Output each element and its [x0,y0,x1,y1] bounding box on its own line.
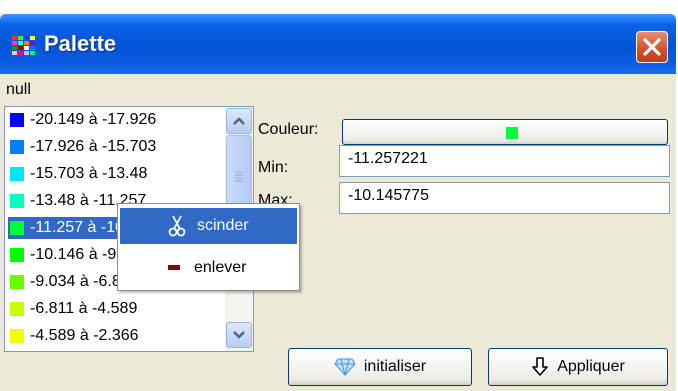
range-label: -17.926 à -15.703 [30,138,157,155]
title-bar[interactable]: Palette [0,14,676,74]
range-color-swatch [10,140,24,154]
null-label: null [6,81,31,98]
range-color-swatch [10,167,24,181]
color-label: Couleur: [258,121,319,138]
list-item[interactable]: -4.589 à -2.366 [8,325,220,347]
scissors-icon [165,215,189,237]
max-field[interactable]: -10.145775 [339,182,670,214]
range-label: -4.589 à -2.366 [30,327,139,344]
color-swatch [506,127,518,139]
min-label: Min: [258,159,289,176]
chevron-down-icon [233,331,245,339]
color-picker-button[interactable] [342,119,668,145]
list-item[interactable]: -6.811 à -4.589 [8,298,220,320]
window-title: Palette [44,31,117,56]
list-item[interactable]: -17.926 à -15.703 [8,136,220,158]
range-color-swatch [10,302,24,316]
range-color-swatch [10,221,24,235]
palette-grid-icon [12,36,36,56]
range-color-swatch [10,275,24,289]
minus-icon [162,258,186,278]
split-menu-item[interactable]: scinder [120,208,297,244]
palette-window: Palette null -20.149 à -17.926 -17.926 à … [0,14,676,391]
range-label: -6.811 à -4.589 [30,300,138,317]
list-item[interactable]: -20.149 à -17.926 [8,109,220,131]
scroll-down-button[interactable] [226,322,252,348]
range-color-swatch [10,248,24,262]
range-label: -20.149 à -17.926 [30,111,157,128]
remove-label: enlever [194,259,247,276]
close-icon [643,38,661,56]
reset-label: initialiser [363,358,427,375]
remove-menu-item[interactable]: enlever [120,250,297,286]
list-item[interactable]: -15.703 à -13.48 [8,163,220,185]
reset-button[interactable]: initialiser [288,348,472,386]
sparkle-icon [334,357,356,377]
range-color-swatch [10,194,24,208]
apply-button[interactable]: Appliquer [488,348,668,386]
scroll-up-button[interactable] [226,108,252,134]
context-menu: scinder enlever [117,203,300,291]
range-color-swatch [10,113,24,127]
range-label: -15.703 à -13.48 [30,165,148,182]
chevron-up-icon [233,117,245,125]
apply-label: Appliquer [557,358,625,375]
close-button[interactable] [636,31,668,63]
min-field[interactable]: -11.257221 [339,145,670,177]
split-label: scinder [197,217,249,234]
arrow-down-icon [531,357,549,377]
range-color-swatch [10,329,24,343]
